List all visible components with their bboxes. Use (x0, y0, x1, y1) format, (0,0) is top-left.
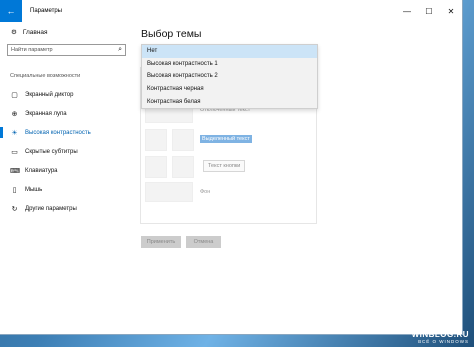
sidebar-item-label: Экранная лупа (25, 110, 67, 117)
watermark-logo: WINBLOG.RU ВСЁ О WINDOWS (412, 330, 469, 344)
sidebar-item-label: Мышь (25, 186, 43, 193)
theme-option[interactable]: Высокая контрастность 2 (142, 70, 317, 83)
cancel-button[interactable]: Отмена (186, 236, 221, 248)
sidebar-item-label: Скрытые субтитры (25, 148, 78, 155)
sidebar-item[interactable]: ▢ Экранный диктор (0, 85, 136, 104)
sidebar-item-label: Высокая контрастность (25, 129, 91, 136)
sidebar-item-label: Экранный диктор (25, 91, 74, 98)
theme-option[interactable]: Нет (142, 45, 317, 58)
preview-background: Фон (200, 189, 211, 195)
preview-swatch (172, 156, 194, 178)
magnifier-icon: ⊕ (11, 110, 18, 118)
preview-swatch (145, 129, 167, 151)
theme-option[interactable]: Контрастная белая (142, 95, 317, 108)
home-label: Главная (22, 28, 48, 36)
sidebar-item[interactable]: ▯ Мышь (0, 180, 136, 199)
back-button[interactable]: ← (0, 0, 22, 22)
preview-swatch (145, 182, 193, 202)
home-link[interactable]: ⚙ Главная (11, 28, 48, 37)
sidebar-item[interactable]: ↻ Другие параметры (0, 199, 136, 218)
page-title: Выбор темы (141, 28, 202, 40)
keyboard-icon: ⌨ (10, 167, 21, 175)
preview-button-text: Текст кнопки (203, 160, 246, 172)
sidebar-item[interactable]: ⌨ Клавиатура (0, 161, 136, 180)
theme-option[interactable]: Высокая контрастность 1 (142, 58, 317, 71)
theme-option[interactable]: Контрастная черная (142, 83, 317, 96)
maximize-button[interactable]: ☐ (418, 0, 440, 22)
search-input[interactable]: Найти параметр ⌕ (7, 44, 126, 56)
section-title: Специальные возможности (10, 73, 81, 79)
other-settings-icon: ↻ (11, 205, 18, 213)
sidebar-item-label: Клавиатура (25, 167, 58, 174)
title-bar: ← Параметры — ☐ ✕ (0, 0, 462, 22)
close-button[interactable]: ✕ (440, 0, 462, 22)
mouse-icon: ▯ (12, 186, 17, 194)
watermark-subtext: ВСЁ О WINDOWS (418, 339, 469, 344)
search-icon: ⌕ (118, 46, 122, 53)
sidebar: ⚙ Главная Найти параметр ⌕ Специальные в… (0, 22, 136, 334)
minimize-button[interactable]: — (396, 0, 418, 22)
search-placeholder: Найти параметр (11, 47, 53, 53)
narrator-icon: ▢ (11, 91, 18, 99)
window-controls: — ☐ ✕ (396, 0, 462, 22)
main-content: Выбор темы Отключенный текст Выделенный … (136, 22, 462, 334)
window-title: Параметры (30, 8, 62, 14)
watermark-text: WINBLOG.RU (411, 330, 469, 339)
sidebar-nav: ▢ Экранный диктор ⊕ Экранная лупа ☀ Высокая к… (0, 85, 136, 218)
gear-icon: ⚙ (11, 29, 17, 36)
sidebar-item-label: Другие параметры (25, 205, 77, 212)
theme-dropdown-list[interactable]: Нет Высокая контрастность 1 Высокая контра… (141, 44, 318, 109)
sidebar-item[interactable]: ⊕ Экранная лупа (0, 104, 136, 123)
contrast-icon: ☀ (11, 129, 18, 137)
sidebar-item[interactable]: ▭ Скрытые субтитры (0, 142, 136, 161)
preview-swatch (172, 129, 194, 151)
settings-window: ← Параметры — ☐ ✕ ⚙ Главная Найти параме… (0, 0, 462, 334)
captions-icon: ▭ (11, 148, 18, 156)
preview-swatch (145, 156, 167, 178)
sidebar-item[interactable]: ☀ Высокая контрастность (0, 123, 136, 142)
arrow-left-icon: ← (6, 6, 16, 16)
apply-button[interactable]: Применить (141, 236, 181, 248)
action-buttons: Применить Отмена (141, 236, 221, 248)
preview-selected-text: Выделенный текст (200, 135, 252, 143)
